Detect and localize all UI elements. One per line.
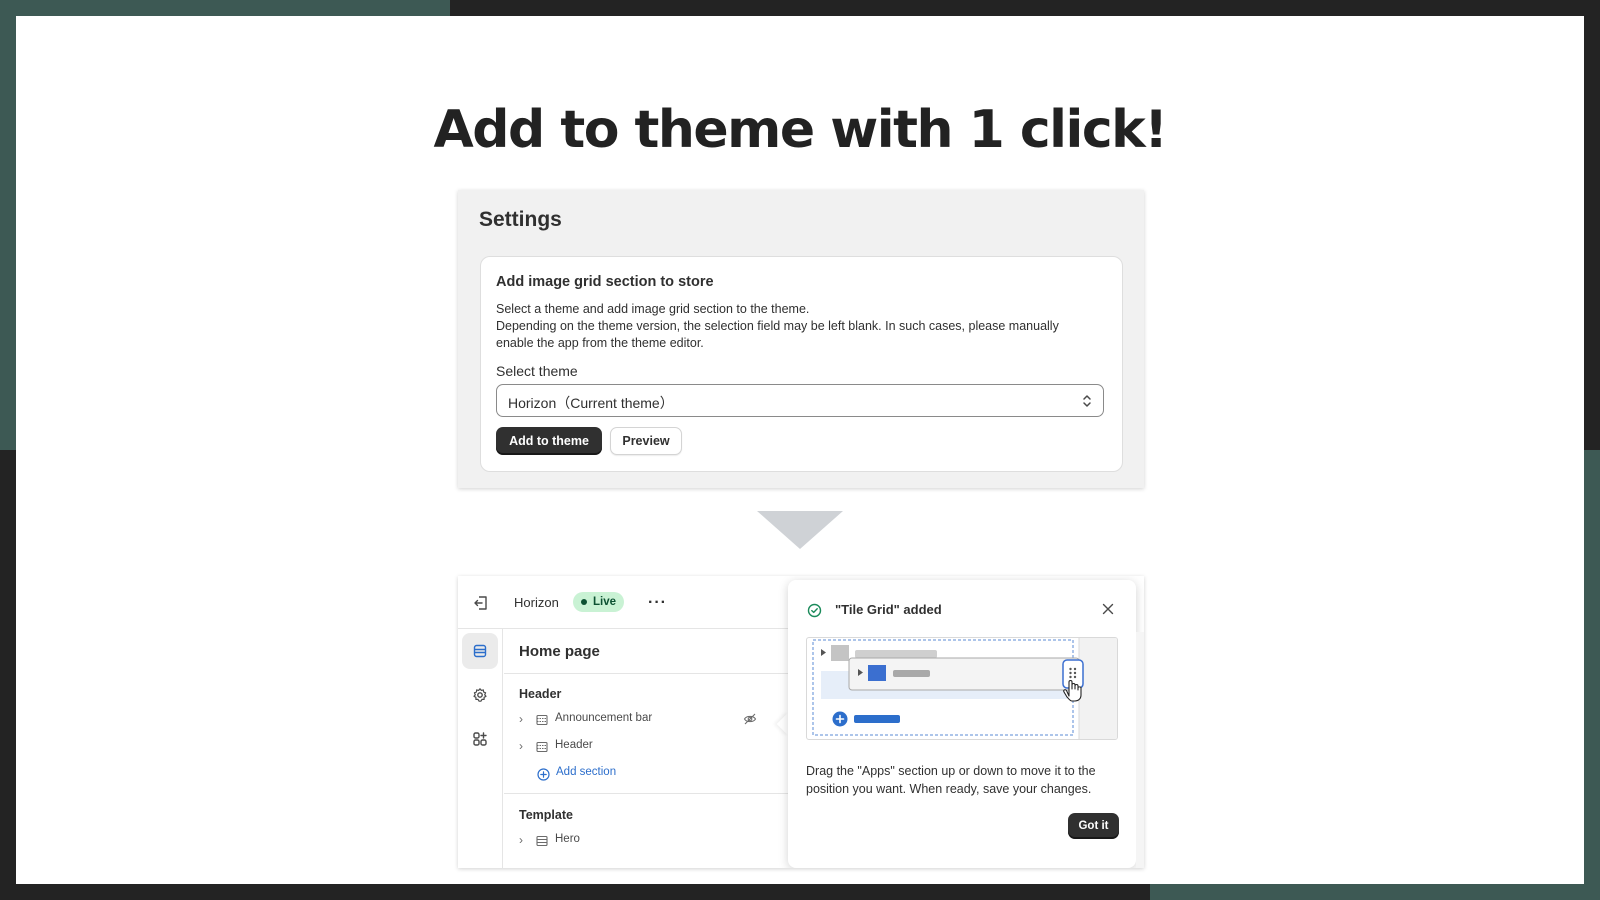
theme-select-value: Horizon（Current theme） — [508, 395, 674, 411]
chevron-right-icon[interactable]: › — [519, 739, 523, 753]
exit-icon[interactable] — [472, 594, 490, 612]
plus-circle-icon — [537, 768, 550, 781]
gear-icon — [473, 688, 487, 702]
slide-frame: Add to theme with 1 click! Settings Add … — [16, 16, 1584, 884]
editor-side-rail — [458, 629, 503, 868]
section-tree: Home page Header › Announcement bar › He… — [504, 629, 794, 868]
divider — [504, 793, 794, 794]
template-group-title: Template — [519, 808, 573, 822]
sections-rail-button[interactable] — [462, 633, 498, 669]
section-row-announcement-bar[interactable]: › Announcement bar — [519, 711, 769, 729]
check-circle-icon — [807, 603, 822, 618]
card-description: Select a theme and add image grid sectio… — [496, 301, 1106, 352]
section-icon — [536, 714, 548, 726]
section-icon — [536, 835, 548, 847]
section-label: Hero — [555, 833, 580, 845]
section-label: Announcement bar — [555, 712, 653, 724]
popover-body: Drag the "Apps" section up or down to mo… — [806, 764, 1096, 796]
theme-select[interactable]: Horizon（Current theme） — [496, 384, 1104, 417]
header-group-title: Header — [519, 687, 562, 701]
editor-theme-name: Horizon — [514, 595, 559, 610]
add-section-card: Add image grid section to store Select a… — [480, 256, 1123, 472]
settings-panel: Settings Add image grid section to store… — [458, 190, 1144, 488]
add-to-theme-button[interactable]: Add to theme — [496, 427, 602, 455]
down-arrow-icon — [757, 511, 843, 549]
add-section-label: Add section — [556, 766, 617, 778]
theme-settings-rail-button[interactable] — [462, 677, 498, 713]
drag-illustration — [806, 637, 1118, 740]
card-title: Add image grid section to store — [496, 274, 714, 290]
settings-title: Settings — [479, 208, 562, 231]
apps-rail-button[interactable] — [462, 721, 498, 757]
popover-title: "Tile Grid" added — [835, 602, 942, 617]
chevron-right-icon[interactable]: › — [519, 712, 523, 726]
theme-editor-screenshot: Horizon Live ··· Home page Header › Anno… — [458, 576, 1144, 868]
section-row-hero[interactable]: › Hero — [519, 832, 769, 850]
chevron-right-icon[interactable]: › — [519, 833, 523, 847]
apps-icon — [473, 732, 487, 746]
close-icon[interactable] — [1101, 602, 1115, 616]
live-badge: Live — [573, 592, 625, 612]
description-line: Depending on the theme version, the sele… — [496, 319, 1059, 333]
more-actions-icon[interactable]: ··· — [648, 594, 667, 612]
select-theme-label: Select theme — [496, 363, 578, 379]
section-label: Header — [555, 739, 593, 751]
headline: Add to theme with 1 click! — [433, 100, 1168, 160]
page-title: Home page — [519, 643, 600, 660]
preview-button[interactable]: Preview — [610, 427, 682, 455]
divider — [504, 673, 794, 674]
section-icon — [536, 741, 548, 753]
select-chevron-icon — [1083, 395, 1091, 407]
sections-icon — [473, 644, 487, 658]
section-added-popover: "Tile Grid" added Drag the "Apps" sectio… — [788, 580, 1136, 868]
section-row-header[interactable]: › Header — [519, 738, 769, 756]
got-it-button[interactable]: Got it — [1068, 813, 1119, 839]
editor-topbar: Horizon Live ··· — [458, 576, 793, 629]
preview-edge — [1136, 632, 1144, 868]
description-line: enable the app from the theme editor. — [496, 336, 704, 350]
drag-section-illustration — [812, 638, 1117, 739]
eye-hidden-icon[interactable] — [743, 712, 757, 726]
description-line: Select a theme and add image grid sectio… — [496, 302, 810, 316]
